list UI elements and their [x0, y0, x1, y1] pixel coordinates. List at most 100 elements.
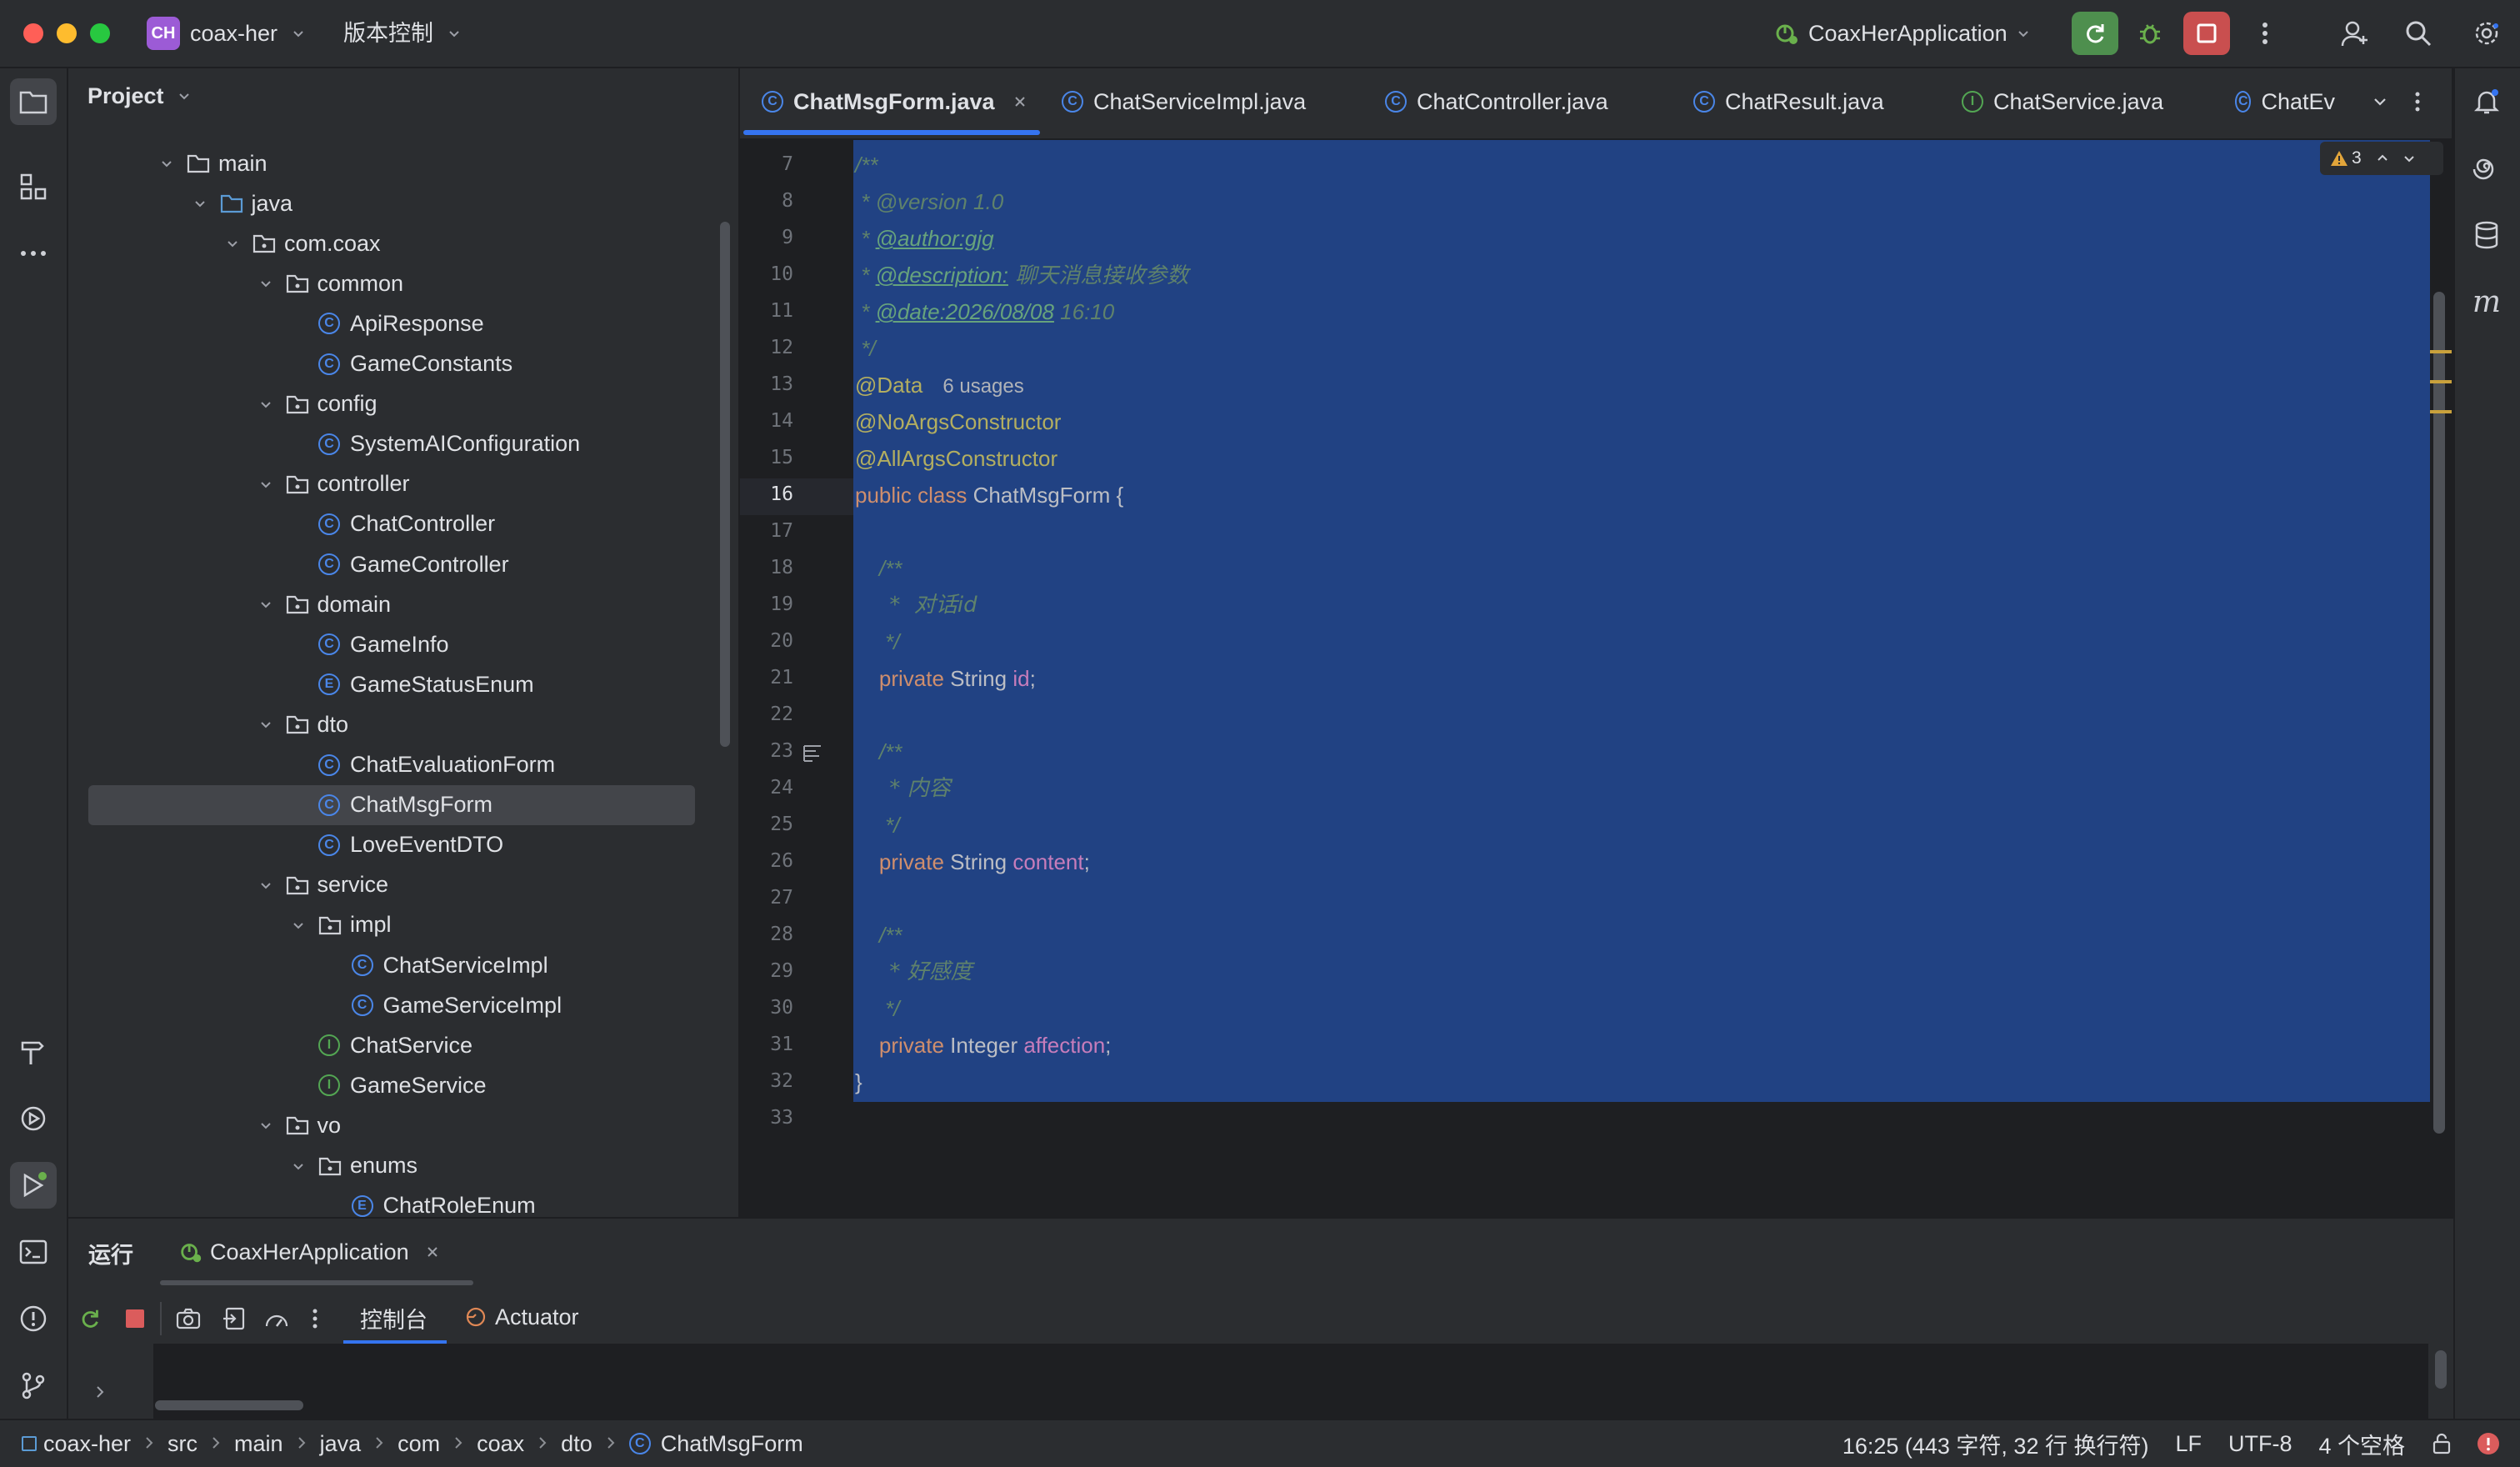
tree-item[interactable]: I GameService [288, 1065, 487, 1105]
breadcrumb-item[interactable]: java [320, 1431, 362, 1457]
tree-item[interactable]: dto [256, 704, 348, 744]
chevron-down-icon[interactable] [256, 714, 276, 734]
project-panel-header[interactable]: Project [88, 83, 192, 109]
chevron-down-icon[interactable] [288, 915, 308, 935]
line-number[interactable]: 10 [750, 263, 793, 285]
tree-item[interactable]: C GameConstants [288, 344, 512, 384]
rerun-button[interactable] [2072, 12, 2118, 55]
structure-tool-button[interactable] [10, 163, 57, 210]
line-number[interactable]: 32 [750, 1070, 793, 1092]
file-encoding[interactable]: UTF-8 [2228, 1431, 2292, 1457]
usages-inlay-hint[interactable]: 6 usages [942, 375, 1023, 398]
line-number[interactable]: 29 [750, 960, 793, 982]
breadcrumb-item[interactable]: src [168, 1431, 198, 1457]
chevron-down-icon[interactable] [256, 594, 276, 614]
line-number[interactable]: 16 [750, 483, 793, 505]
line-number[interactable]: 24 [750, 777, 793, 799]
chevron-up-icon[interactable] [2375, 151, 2390, 166]
vcs-menu[interactable]: 版本控制 [343, 17, 462, 50]
chevron-down-icon[interactable] [256, 1115, 276, 1135]
notifications-button[interactable] [2463, 78, 2510, 125]
project-tool-button[interactable] [10, 78, 57, 125]
warning-marker[interactable] [2430, 410, 2452, 413]
console-output[interactable] [153, 1344, 2428, 1419]
line-number[interactable]: 25 [750, 814, 793, 835]
problems-tool-button[interactable] [10, 1295, 57, 1342]
tab-file[interactable]: I ChatService.java [1962, 83, 2163, 120]
console-vscrollbar[interactable] [2435, 1350, 2447, 1389]
line-number[interactable]: 21 [750, 667, 793, 688]
profiler-button[interactable] [262, 1304, 292, 1334]
render-doc-icon[interactable] [802, 742, 823, 764]
tab-file[interactable]: C ChatResult.java [1693, 83, 1884, 120]
line-number[interactable]: 8 [750, 190, 793, 212]
editor-more-button[interactable] [2405, 87, 2430, 117]
warning-marker[interactable] [2430, 350, 2452, 353]
build-tool-button[interactable] [10, 1029, 57, 1075]
breadcrumb-item[interactable]: ChatMsgForm [661, 1431, 803, 1457]
line-number[interactable]: 33 [750, 1107, 793, 1129]
line-number[interactable]: 31 [750, 1034, 793, 1055]
tab-list-button[interactable] [2365, 87, 2395, 117]
tree-item[interactable]: C SystemAIConfiguration [288, 424, 580, 464]
line-number[interactable]: 20 [750, 630, 793, 652]
chevron-down-icon[interactable] [157, 153, 177, 173]
tree-item[interactable]: service [256, 865, 388, 905]
editor-scrollbar[interactable] [2433, 292, 2445, 1134]
tab-file[interactable]: C ChatEv [2235, 83, 2335, 120]
settings-button[interactable] [2463, 12, 2510, 55]
tree-item[interactable]: C ChatEvaluationForm [288, 745, 555, 785]
console-hscrollbar[interactable] [155, 1400, 303, 1410]
line-number[interactable]: 7 [750, 153, 793, 175]
zoom-window-button[interactable] [90, 23, 110, 43]
tree-item[interactable]: main [157, 143, 268, 183]
tree-item[interactable]: controller [256, 464, 410, 504]
project-badge[interactable]: CH [147, 17, 180, 50]
line-number[interactable]: 12 [750, 337, 793, 358]
line-number[interactable]: 22 [750, 703, 793, 725]
inspection-widget[interactable]: 3 [2320, 142, 2443, 175]
line-number[interactable]: 15 [750, 447, 793, 468]
debug-button[interactable] [2127, 12, 2173, 55]
tree-item[interactable]: config [256, 384, 378, 424]
chevron-down-icon[interactable] [190, 193, 210, 213]
line-separator[interactable]: LF [2175, 1431, 2202, 1457]
line-number[interactable]: 9 [750, 227, 793, 248]
restore-layout-button[interactable] [218, 1304, 248, 1334]
chevron-down-icon[interactable] [2402, 151, 2417, 166]
rerun-button[interactable] [75, 1304, 105, 1334]
close-icon[interactable] [1013, 95, 1027, 108]
chevron-down-icon[interactable] [256, 474, 276, 494]
run-more-button[interactable] [305, 1304, 325, 1334]
line-number[interactable]: 27 [750, 887, 793, 909]
project-switcher[interactable]: coax-her [190, 17, 306, 50]
chevron-down-icon[interactable] [288, 1156, 308, 1176]
project-scrollbar[interactable] [720, 222, 730, 747]
line-number[interactable]: 23 [750, 740, 793, 762]
breadcrumb-item[interactable]: coax-her [43, 1431, 131, 1457]
ai-assistant-button[interactable] [2463, 145, 2510, 192]
expand-console-button[interactable] [88, 1380, 112, 1404]
tree-item[interactable]: vo [256, 1105, 341, 1145]
line-number[interactable]: 30 [750, 997, 793, 1019]
code-with-me-button[interactable] [2332, 12, 2378, 55]
chevron-down-icon[interactable] [222, 233, 242, 253]
tree-item[interactable]: I ChatService [288, 1025, 472, 1065]
git-tool-button[interactable] [10, 1362, 57, 1409]
close-window-button[interactable] [23, 23, 43, 43]
stop-button[interactable] [2183, 12, 2230, 55]
run-tool-button[interactable] [10, 1162, 57, 1209]
line-number[interactable]: 28 [750, 924, 793, 945]
caret-position[interactable]: 16:25 (443 字符, 32 行 换行符) [1842, 1428, 2149, 1460]
console-tab[interactable]: 控制台 [360, 1302, 428, 1334]
tree-item[interactable]: domain [256, 584, 391, 624]
tree-item[interactable]: common [256, 263, 403, 303]
database-button[interactable] [2463, 212, 2510, 258]
line-number[interactable]: 14 [750, 410, 793, 432]
tree-item[interactable]: C ChatServiceImpl [322, 945, 548, 985]
tree-item[interactable]: C ChatMsgForm [88, 784, 695, 825]
line-number[interactable]: 17 [750, 520, 793, 542]
terminal-tool-button[interactable] [10, 1229, 57, 1275]
breadcrumb-item[interactable]: coax [477, 1431, 524, 1457]
warning-marker[interactable] [2430, 380, 2452, 383]
